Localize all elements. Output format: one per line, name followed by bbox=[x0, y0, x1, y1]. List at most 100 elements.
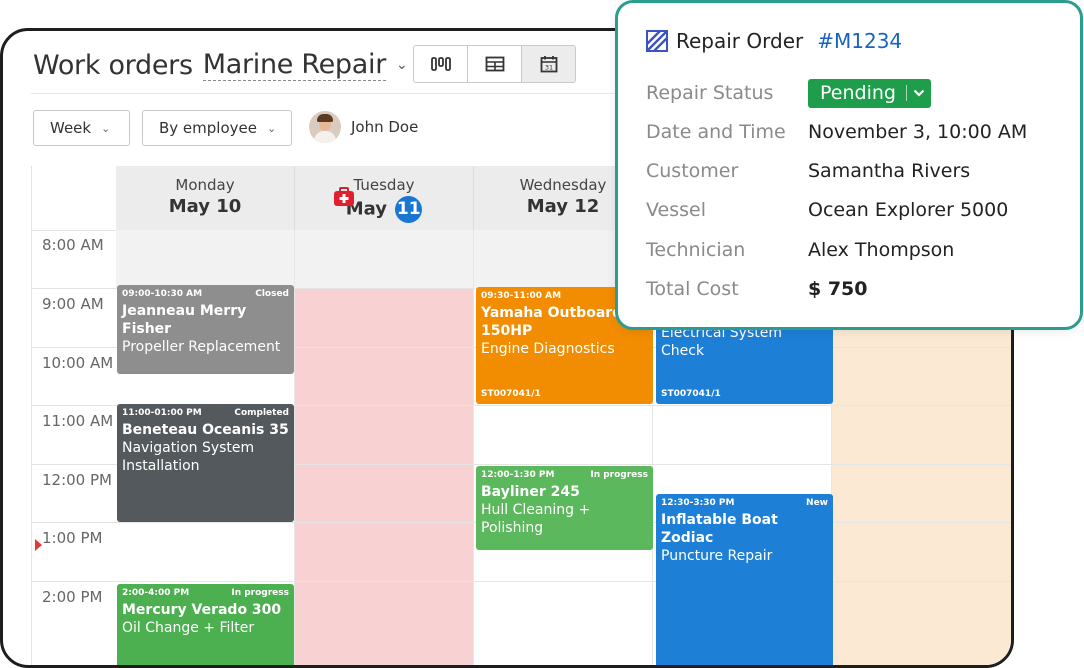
time-label: 12:00 PM bbox=[42, 471, 112, 489]
card-title: Bayliner 245 bbox=[481, 484, 580, 500]
technician-row: Technician Alex Thompson bbox=[646, 235, 954, 265]
workspace-selector[interactable]: Marine Repair bbox=[202, 49, 386, 81]
chevron-down-icon[interactable]: ⌄ bbox=[396, 57, 408, 73]
card-time-row: 09:00-10:30 AM Closed bbox=[122, 289, 289, 299]
card-time-row: 12:00-1:30 PM In progress bbox=[481, 470, 648, 480]
page-title: Work orders bbox=[33, 49, 193, 81]
status-dropdown[interactable]: Pending bbox=[808, 78, 931, 108]
popup-title: Repair Order bbox=[676, 29, 804, 53]
card-title: Jeanneau Merry Fisher bbox=[122, 303, 247, 337]
day-name: Monday bbox=[175, 176, 235, 194]
calendar-icon: 31 bbox=[540, 56, 557, 73]
time-label: 8:00 AM bbox=[42, 236, 104, 254]
card-title: Mercury Verado 300 bbox=[122, 602, 282, 618]
cost-label: Total Cost bbox=[646, 278, 739, 300]
datetime-row: Date and Time November 3, 10:00 AM bbox=[646, 117, 1027, 147]
day-header-tuesday[interactable]: Tuesday May 11 bbox=[295, 166, 474, 230]
time-divider bbox=[32, 464, 116, 465]
datetime-label: Date and Time bbox=[646, 121, 786, 143]
status-badge: In progress bbox=[590, 470, 648, 480]
card-description: Navigation System Installation bbox=[122, 440, 255, 474]
card-time: 12:30-3:30 PM bbox=[661, 498, 735, 508]
card-time-row: 2:00-4:00 PM In progress bbox=[122, 588, 289, 598]
work-order-card[interactable]: 12:30-3:30 PM New Inflatable Boat Zodiac … bbox=[656, 494, 833, 665]
employee-filter[interactable]: John Doe bbox=[309, 111, 418, 143]
today-badge: 11 bbox=[395, 196, 423, 223]
vessel-row: Vessel Ocean Explorer 5000 bbox=[646, 195, 1008, 225]
time-divider bbox=[32, 230, 116, 231]
card-code: ST007041/1 bbox=[661, 389, 721, 399]
card-description: Engine Diagnostics bbox=[481, 341, 615, 357]
card-description: Puncture Repair bbox=[661, 548, 773, 564]
timeline-icon bbox=[430, 57, 451, 71]
card-time: 09:30-11:00 AM bbox=[481, 291, 562, 301]
table-icon bbox=[485, 56, 504, 72]
time-label: 1:00 PM bbox=[42, 529, 103, 547]
chevron-down-icon bbox=[913, 89, 925, 97]
cost-row: Total Cost $ 750 bbox=[646, 274, 868, 304]
status-separator bbox=[905, 85, 907, 101]
card-time-row: 11:00-01:00 PM Completed bbox=[122, 408, 289, 418]
card-title: Inflatable Boat Zodiac bbox=[661, 512, 778, 546]
page-title-row: Work orders Marine Repair ⌄ bbox=[33, 43, 408, 87]
work-order-card[interactable]: 09:00-10:30 AM Closed Jeanneau Merry Fish… bbox=[117, 285, 294, 374]
time-divider bbox=[32, 581, 116, 582]
work-order-card[interactable]: 11:00-01:00 PM Completed Beneteau Oceanis… bbox=[117, 404, 294, 522]
day-header-monday[interactable]: Monday May 10 bbox=[116, 166, 295, 230]
status-badge: New bbox=[806, 498, 828, 508]
time-column: 8:00 AM 9:00 AM 10:00 AM 11:00 AM 12:00 … bbox=[31, 166, 117, 665]
range-dropdown-label: Week bbox=[50, 119, 92, 137]
card-description: Oil Change + Filter bbox=[122, 620, 255, 636]
chevron-down-icon: ⌄ bbox=[101, 121, 111, 135]
chevron-down-icon: ⌄ bbox=[266, 121, 277, 135]
calendar-view-button[interactable]: 31 bbox=[522, 46, 575, 82]
card-time-row: 12:30-3:30 PM New bbox=[661, 498, 828, 508]
avatar bbox=[309, 111, 341, 143]
time-label: 2:00 PM bbox=[42, 588, 103, 606]
status-row: Repair Status Pending bbox=[646, 78, 931, 108]
hour-line bbox=[116, 581, 1011, 582]
current-time-marker bbox=[35, 539, 42, 551]
cost-value: $ 750 bbox=[808, 278, 868, 300]
customer-label: Customer bbox=[646, 160, 739, 182]
technician-label: Technician bbox=[646, 239, 746, 261]
card-time: 09:00-10:30 AM bbox=[122, 289, 203, 299]
popup-header: Repair Order #M1234 bbox=[646, 29, 902, 53]
technician-value: Alex Thompson bbox=[808, 239, 955, 261]
first-aid-icon bbox=[334, 187, 354, 206]
view-switcher: 31 bbox=[413, 45, 576, 83]
status-value: Pending bbox=[820, 82, 896, 104]
table-view-button[interactable] bbox=[468, 46, 522, 82]
card-code: ST007041/1 bbox=[481, 389, 541, 399]
grouping-dropdown-label: By employee bbox=[159, 119, 257, 137]
card-time: 12:00-1:30 PM bbox=[481, 470, 555, 480]
card-time: 2:00-4:00 PM bbox=[122, 588, 190, 598]
striped-square-icon bbox=[646, 30, 668, 52]
card-title: Beneteau Oceanis 35 bbox=[122, 422, 289, 438]
grouping-dropdown[interactable]: By employee ⌄ bbox=[142, 110, 292, 146]
timeline-view-button[interactable] bbox=[414, 46, 468, 82]
status-label: Repair Status bbox=[646, 82, 774, 104]
time-label: 9:00 AM bbox=[42, 295, 104, 313]
work-order-card[interactable]: 2:00-4:00 PM In progress Mercury Verado 3… bbox=[117, 584, 294, 665]
vessel-label: Vessel bbox=[646, 199, 706, 221]
time-label: 11:00 AM bbox=[42, 412, 114, 430]
range-dropdown[interactable]: Week ⌄ bbox=[33, 110, 130, 146]
vessel-value: Ocean Explorer 5000 bbox=[808, 199, 1009, 221]
repair-order-popup: Repair Order #M1234 Repair Status Pendin… bbox=[615, 0, 1083, 330]
work-order-card[interactable]: 12:00-1:30 PM In progress Bayliner 245 Hu… bbox=[476, 466, 653, 550]
customer-value: Samantha Rivers bbox=[808, 160, 971, 182]
svg-text:31: 31 bbox=[544, 64, 552, 72]
order-id-link[interactable]: #M1234 bbox=[817, 29, 902, 53]
tuesday-column[interactable] bbox=[295, 230, 474, 665]
customer-row: Customer Samantha Rivers bbox=[646, 156, 970, 186]
time-label: 10:00 AM bbox=[42, 354, 114, 372]
employee-name: John Doe bbox=[351, 118, 419, 136]
status-badge: Completed bbox=[234, 408, 289, 418]
card-time: 11:00-01:00 PM bbox=[122, 408, 202, 418]
day-name: Tuesday bbox=[353, 176, 415, 194]
status-badge: Closed bbox=[255, 289, 289, 299]
status-badge: In progress bbox=[231, 588, 289, 598]
day-date: May 11 bbox=[295, 196, 473, 223]
time-divider bbox=[32, 288, 116, 289]
